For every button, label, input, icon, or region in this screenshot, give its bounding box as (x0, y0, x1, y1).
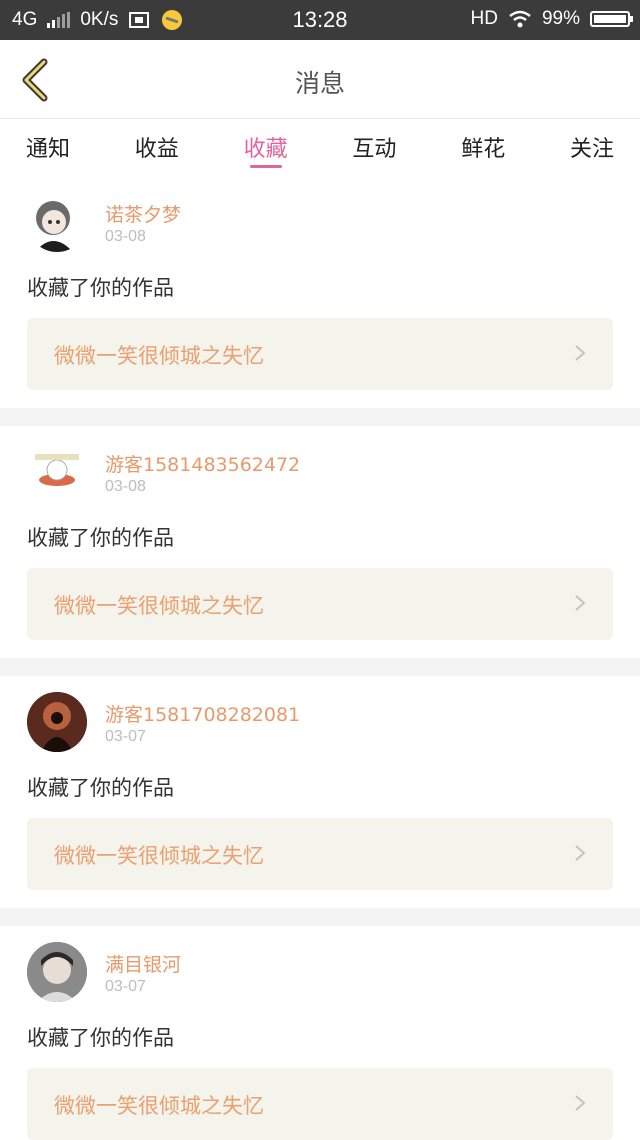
list-item: 满目银河 03-07 收藏了你的作品 微微一笑很倾城之失忆 (0, 926, 640, 1140)
timestamp: 03-08 (105, 478, 146, 495)
tab-label: 收益 (134, 137, 179, 162)
username[interactable]: 游客1581708282081 (105, 700, 300, 727)
divider (0, 658, 640, 676)
list-item: 游客1581483562472 03-08 收藏了你的作品 微微一笑很倾城之失忆 (0, 426, 640, 658)
tab-label: 关注 (569, 137, 614, 162)
work-link[interactable]: 微微一笑很倾城之失忆 (27, 1068, 613, 1140)
divider (0, 408, 640, 426)
tab-label: 通知 (26, 137, 71, 162)
tab-interaction[interactable]: 互动 (352, 119, 396, 175)
tab-earnings[interactable]: 收益 (135, 119, 179, 175)
tab-label: 收藏 (243, 137, 288, 162)
action-text: 收藏了你的作品 (27, 776, 174, 800)
username[interactable]: 满目银河 (105, 950, 181, 977)
app-header: 消息 (0, 40, 640, 119)
work-title: 微微一笑很倾城之失忆 (54, 844, 264, 868)
tab-favorites[interactable]: 收藏 (244, 119, 288, 175)
timestamp: 03-07 (105, 728, 146, 745)
avatar[interactable] (27, 192, 87, 252)
username[interactable]: 游客1581483562472 (105, 450, 300, 477)
hd-indicator: HD (470, 8, 498, 29)
divider (0, 908, 640, 926)
avatar[interactable] (27, 442, 87, 502)
action-text: 收藏了你的作品 (27, 276, 174, 300)
battery-icon (590, 11, 633, 27)
work-link[interactable]: 微微一笑很倾城之失忆 (27, 568, 613, 640)
avatar[interactable] (27, 692, 87, 752)
chevron-right-icon (575, 845, 586, 861)
work-link[interactable]: 微微一笑很倾城之失忆 (27, 818, 613, 890)
chevron-right-icon (575, 595, 586, 611)
chevron-right-icon (575, 345, 586, 361)
work-link[interactable]: 微微一笑很倾城之失忆 (27, 318, 613, 390)
list-item: 诺茶夕梦 03-08 收藏了你的作品 微微一笑很倾城之失忆 (0, 176, 640, 408)
tab-flowers[interactable]: 鲜花 (461, 119, 505, 175)
work-title: 微微一笑很倾城之失忆 (54, 344, 264, 368)
list-item: 游客1581708282081 03-07 收藏了你的作品 微微一笑很倾城之失忆 (0, 676, 640, 908)
chevron-right-icon (575, 1095, 586, 1111)
tab-label: 互动 (352, 137, 397, 162)
tab-label: 鲜花 (461, 137, 506, 162)
avatar[interactable] (27, 942, 87, 1002)
battery-percent: 99% (541, 8, 580, 29)
timestamp: 03-07 (105, 978, 146, 995)
username[interactable]: 诺茶夕梦 (105, 200, 181, 227)
page-title: 消息 (294, 69, 345, 98)
status-bar: 4G 0K/s 13:28 HD 99% (0, 0, 640, 40)
wifi-icon (509, 10, 531, 28)
work-title: 微微一笑很倾城之失忆 (54, 594, 264, 618)
timestamp: 03-08 (105, 228, 146, 245)
tab-follow[interactable]: 关注 (570, 119, 614, 175)
action-text: 收藏了你的作品 (27, 1026, 174, 1050)
work-title: 微微一笑很倾城之失忆 (54, 1094, 264, 1118)
action-text: 收藏了你的作品 (27, 526, 174, 550)
tab-notice[interactable]: 通知 (26, 119, 70, 175)
notification-list: 诺茶夕梦 03-08 收藏了你的作品 微微一笑很倾城之失忆 游客15814835… (0, 176, 640, 1140)
tab-bar: 通知 收益 收藏 互动 鲜花 关注 (0, 119, 640, 175)
active-tab-indicator (249, 165, 282, 168)
